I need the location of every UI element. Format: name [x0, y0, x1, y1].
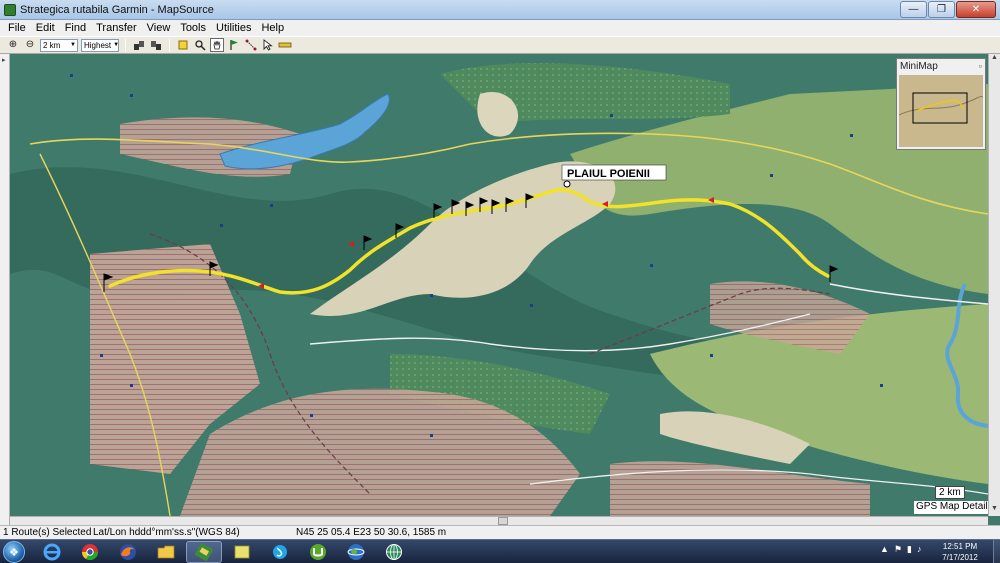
menu-utilities[interactable]: Utilities [211, 20, 256, 36]
internet-explorer-icon [43, 543, 61, 561]
taskbar-sticky-notes[interactable] [224, 541, 260, 563]
globe-icon [386, 544, 402, 560]
mapsource-icon [195, 543, 213, 561]
map-scale: 2 km [935, 486, 965, 499]
expand-panel-icon[interactable]: ▸ [2, 56, 6, 64]
waypoint-tool-icon[interactable] [227, 38, 241, 52]
title-bar: Strategica rutabila Garmin - MapSource —… [0, 0, 1000, 20]
zoom-out-icon[interactable]: ⊖ [23, 38, 37, 52]
show-hidden-icons-icon[interactable]: ▲ [880, 544, 889, 555]
minimap-panel[interactable]: MiniMap ▫ [896, 58, 986, 150]
sticky-notes-icon [234, 545, 250, 559]
taskbar-mapsource[interactable] [186, 541, 222, 563]
menu-edit[interactable]: Edit [31, 20, 60, 36]
chrome-icon [81, 544, 99, 561]
status-coordinate-format: Lat/Lon hddd°mm'ss.s"(WGS 84) [93, 527, 240, 538]
zoom-in-icon[interactable]: ⊕ [6, 38, 20, 52]
scroll-down-icon[interactable]: ▼ [989, 505, 1000, 516]
menu-find[interactable]: Find [60, 20, 91, 36]
menu-transfer[interactable]: Transfer [91, 20, 142, 36]
skype-icon [273, 545, 287, 559]
distance-tool-icon[interactable] [278, 38, 292, 52]
menu-bar: File Edit Find Transfer View Tools Utili… [0, 20, 1000, 36]
toolbar: ⊕ ⊖ 2 km ▼ Highest ▼ [0, 36, 1000, 54]
clock-date: 7/17/2012 [942, 553, 978, 562]
send-to-device-icon[interactable] [149, 38, 163, 52]
magnify-tool-icon[interactable] [193, 38, 207, 52]
minimap-view[interactable] [899, 75, 983, 147]
minimize-button[interactable]: — [900, 1, 927, 18]
point-of-interest-label[interactable]: PLAIUL POIENII [567, 168, 650, 180]
route-tool-icon[interactable] [244, 38, 258, 52]
select-tool-icon[interactable] [261, 38, 275, 52]
minimap-header: MiniMap ▫ [897, 59, 985, 73]
receive-from-device-icon[interactable] [132, 38, 146, 52]
status-bar: 1 Route(s) Selected Lat/Lon hddd°mm'ss.s… [0, 525, 1000, 539]
left-panel-edge: ▸ [0, 54, 10, 525]
vertical-scrollbar[interactable]: ▲ ▼ [988, 54, 1000, 516]
action-center-flag-icon[interactable]: ⚑ [894, 544, 902, 555]
taskbar-file-explorer[interactable] [148, 541, 184, 563]
volume-icon[interactable]: ♪ [917, 544, 922, 555]
topographic-map[interactable]: PLAIUL POIENII [10, 54, 988, 516]
taskbar-utorrent[interactable] [300, 541, 336, 563]
folder-icon [157, 545, 175, 559]
taskbar-network-browser[interactable] [376, 541, 412, 563]
minimap-map [899, 75, 983, 147]
utorrent-icon [310, 544, 326, 560]
taskbar-google-earth[interactable] [338, 541, 374, 563]
detail-level-select[interactable]: Highest ▼ [81, 38, 120, 52]
start-button[interactable]: ❖ [3, 541, 25, 563]
menu-tools[interactable]: Tools [175, 20, 211, 36]
show-desktop-button[interactable] [993, 540, 1000, 563]
zoom-level-select[interactable]: 2 km ▼ [40, 38, 78, 52]
hand-tool-icon[interactable] [210, 38, 224, 52]
horizontal-scrollbar[interactable] [10, 516, 988, 525]
zoom-level-value: 2 km [43, 40, 61, 50]
map-detail-source: GPS Map Detail [914, 501, 990, 514]
chevron-down-icon: ▼ [70, 42, 76, 48]
windows-taskbar: ❖ ▲ ⚑ ▮ ♪ 12:51 PM 7/17/2012 [0, 539, 1000, 563]
chevron-down-icon: ▼ [113, 42, 120, 48]
menu-view[interactable]: View [142, 20, 176, 36]
maximize-button[interactable]: ❐ [928, 1, 955, 18]
mapsource-app-icon[interactable] [4, 3, 16, 16]
window-title: Strategica rutabila Garmin - MapSource [20, 3, 214, 16]
toolbar-separator [125, 38, 126, 52]
taskbar-internet-explorer[interactable] [34, 541, 70, 563]
map-view[interactable]: ▸ PLAIUL POIENII MiniMap ▫ 2 km GPS Map … [0, 54, 1000, 525]
minimap-title: MiniMap [900, 60, 938, 72]
system-tray: ▲ ⚑ ▮ ♪ [880, 544, 921, 555]
close-button[interactable]: ✕ [956, 1, 996, 18]
zoom-tool-icon[interactable] [176, 38, 190, 52]
menu-help[interactable]: Help [256, 20, 289, 36]
status-cursor-position: N45 25 05.4 E23 50 30.6, 1585 m [296, 527, 447, 538]
taskbar-clock[interactable]: 12:51 PM 7/17/2012 [930, 541, 990, 563]
clock-time: 12:51 PM [942, 542, 978, 551]
taskbar-skype[interactable] [262, 541, 298, 563]
menu-file[interactable]: File [3, 20, 31, 36]
minimap-close-icon[interactable]: ▫ [979, 61, 982, 71]
scroll-up-icon[interactable]: ▲ [989, 54, 1000, 65]
firefox-icon [120, 544, 136, 560]
google-earth-icon [347, 544, 365, 560]
status-routes-selected: 1 Route(s) Selected [3, 527, 92, 538]
toolbar-separator [169, 38, 170, 52]
scroll-thumb[interactable] [498, 517, 508, 525]
taskbar-firefox[interactable] [110, 541, 146, 563]
taskbar-chrome[interactable] [72, 541, 108, 563]
network-icon[interactable]: ▮ [907, 544, 912, 555]
detail-level-value: Highest [84, 40, 112, 50]
window-controls: — ❐ ✕ [900, 1, 996, 18]
